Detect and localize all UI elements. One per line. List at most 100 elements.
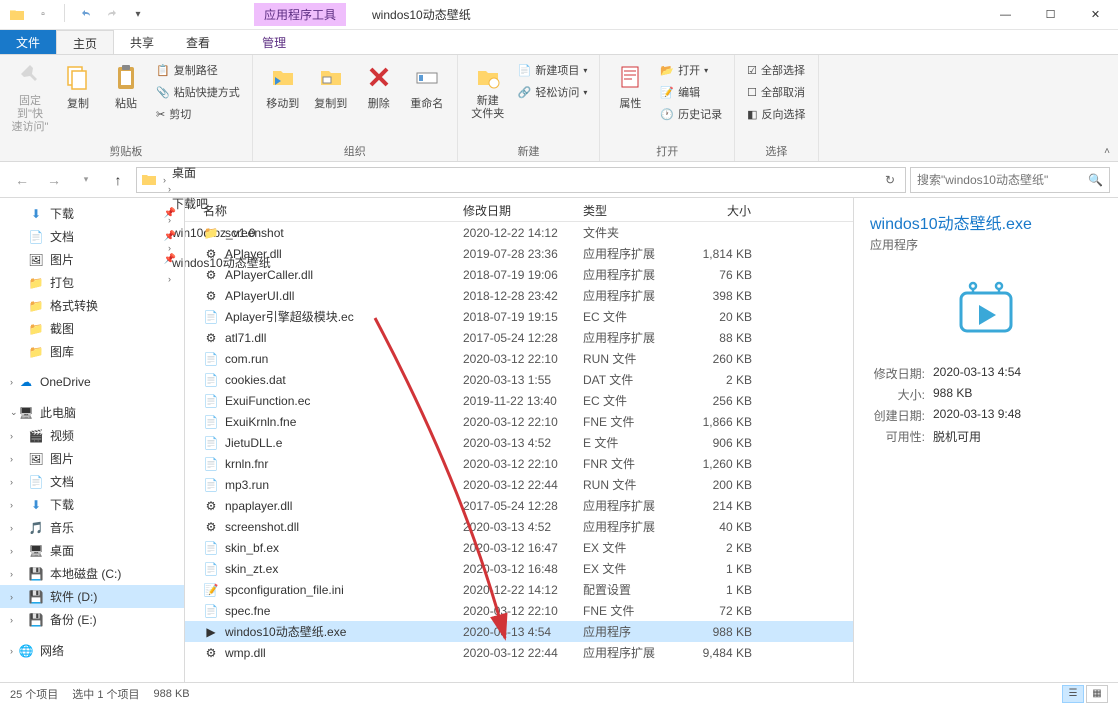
properties-button[interactable]: 属性 [608,59,652,125]
file-row[interactable]: 📄ExuiFunction.ec2019-11-22 13:40EC 文件256… [185,390,853,411]
maximize-button[interactable]: ☐ [1028,0,1073,30]
chevron-right-icon[interactable]: › [10,431,13,441]
file-row[interactable]: ⚙wmp.dll2020-03-12 22:44应用程序扩展9,484 KB [185,642,853,663]
select-all-button[interactable]: ☑全部选择 [743,59,809,81]
column-name[interactable]: 名称 [195,198,455,221]
move-to-button[interactable]: 移动到 [261,59,305,113]
breadcrumb-segment[interactable]: 桌面 [168,164,275,181]
refresh-button[interactable]: ↻ [879,173,901,187]
delete-button[interactable]: 删除 [357,59,401,113]
nav-onedrive[interactable]: ›☁OneDrive [0,371,184,393]
copy-path-button[interactable]: 📋复制路径 [152,59,244,81]
nav-backup-e[interactable]: ›💾备份 (E:) [0,608,184,631]
file-row[interactable]: 📄com.run2020-03-12 22:10RUN 文件260 KB [185,348,853,369]
tab-share[interactable]: 共享 [114,30,170,54]
nav-format-convert[interactable]: 📁格式转换 [0,294,184,317]
chevron-right-icon[interactable]: › [163,175,166,185]
chevron-right-icon[interactable]: › [10,377,13,387]
forward-button[interactable]: → [40,166,68,194]
chevron-right-icon[interactable]: › [10,477,13,487]
column-type[interactable]: 类型 [575,198,685,221]
qat-redo[interactable] [101,4,123,26]
easy-access-button[interactable]: 🔗轻松访问▾ [514,81,592,103]
qat-undo[interactable] [75,4,97,26]
history-button[interactable]: 🕐历史记录 [656,103,726,125]
rename-button[interactable]: 重命名 [405,59,449,113]
chevron-right-icon[interactable]: › [10,454,13,464]
minimize-button[interactable]: — [983,0,1028,30]
recent-button[interactable]: ▾ [72,166,100,194]
chevron-right-icon[interactable]: › [10,569,13,579]
select-none-button[interactable]: ☐全部取消 [743,81,809,103]
search-box[interactable]: 🔍 [910,167,1110,193]
column-size[interactable]: 大小 [685,198,760,221]
copy-to-button[interactable]: 复制到 [309,59,353,113]
file-row[interactable]: 📄ExuiKrnln.fne2020-03-12 22:10FNE 文件1,86… [185,411,853,432]
file-row[interactable]: ⚙atl71.dll2017-05-24 12:28应用程序扩展88 KB [185,327,853,348]
tab-view[interactable]: 查看 [170,30,226,54]
file-row[interactable]: 📄cookies.dat2020-03-13 1:55DAT 文件2 KB [185,369,853,390]
details-view-button[interactable]: ☰ [1062,685,1084,703]
chevron-right-icon[interactable]: › [10,523,13,533]
paste-shortcut-button[interactable]: 📎粘贴快捷方式 [152,81,244,103]
nav-downloads2[interactable]: ›⬇下载 [0,493,184,516]
nav-package[interactable]: 📁打包 [0,271,184,294]
close-button[interactable]: ✕ [1073,0,1118,30]
nav-network[interactable]: ›🌐网络 [0,639,184,662]
file-row[interactable]: ⚙APlayerUI.dll2018-12-28 23:42应用程序扩展398 … [185,285,853,306]
qat-dropdown[interactable]: ▾ [127,4,149,26]
new-item-button[interactable]: 📄新建项目▾ [514,59,592,81]
file-row[interactable]: 📄krnln.fnr2020-03-12 22:10FNR 文件1,260 KB [185,453,853,474]
tab-manage[interactable]: 管理 [246,30,302,54]
open-button[interactable]: 📂打开▾ [656,59,726,81]
nav-desktop[interactable]: ›🖥桌面 [0,539,184,562]
back-button[interactable]: ← [8,166,36,194]
nav-screenshot[interactable]: 📁截图 [0,317,184,340]
pin-to-quick-access-button[interactable]: 固定到"快 速访问" [8,59,52,137]
cut-button[interactable]: ✂剪切 [152,103,244,125]
chevron-right-icon[interactable]: › [10,592,13,602]
nav-software-d[interactable]: ›💾软件 (D:) [0,585,184,608]
nav-downloads[interactable]: ⬇下载📌 [0,202,184,225]
tab-home[interactable]: 主页 [56,30,114,54]
nav-documents2[interactable]: ›📄文档 [0,470,184,493]
file-row[interactable]: 📄JietuDLL.e2020-03-13 4:52E 文件906 KB [185,432,853,453]
nav-local-c[interactable]: ›💾本地磁盘 (C:) [0,562,184,585]
new-folder-button[interactable]: 新建 文件夹 [466,59,510,123]
file-row[interactable]: 📄mp3.run2020-03-12 22:44RUN 文件200 KB [185,474,853,495]
chevron-right-icon[interactable]: › [10,615,13,625]
file-row[interactable]: ⚙npaplayer.dll2017-05-24 12:28应用程序扩展214 … [185,495,853,516]
file-row[interactable]: ▶windos10动态壁纸.exe2020-03-13 4:54应用程序988 … [185,621,853,642]
file-row[interactable]: 📝spconfiguration_file.ini2020-12-22 14:1… [185,579,853,600]
chevron-right-icon[interactable]: › [10,546,13,556]
chevron-right-icon[interactable]: › [10,500,13,510]
nav-this-pc[interactable]: ⌄🖥此电脑 [0,401,184,424]
edit-button[interactable]: 📝编辑 [656,81,726,103]
nav-videos[interactable]: ›🎬视频 [0,424,184,447]
invert-selection-button[interactable]: ◧反向选择 [743,103,809,125]
nav-pictures2[interactable]: ›🖼图片 [0,447,184,470]
column-date[interactable]: 修改日期 [455,198,575,221]
search-icon[interactable]: 🔍 [1088,173,1103,187]
file-row[interactable]: 📄Aplayer引擎超级模块.ec2018-07-19 19:15EC 文件20… [185,306,853,327]
file-row[interactable]: 📄skin_zt.ex2020-03-12 16:48EX 文件1 KB [185,558,853,579]
nav-images[interactable]: 📁图库 [0,340,184,363]
chevron-right-icon[interactable]: › [168,184,171,194]
up-button[interactable]: ↑ [104,166,132,194]
nav-documents[interactable]: 📄文档📌 [0,225,184,248]
collapse-ribbon-button[interactable]: ˄ [1104,146,1110,157]
file-row[interactable]: 📄spec.fne2020-03-12 22:10FNE 文件72 KB [185,600,853,621]
file-row[interactable]: ⚙APlayer.dll2019-07-28 23:36应用程序扩展1,814 … [185,243,853,264]
breadcrumb[interactable]: › 此电脑›软件 (D:)›tools›桌面›下载吧›win10dtbz_v1.… [136,167,906,193]
file-row[interactable]: 📁screenshot2020-12-22 14:12文件夹 [185,222,853,243]
file-row[interactable]: ⚙screenshot.dll2020-03-13 4:52应用程序扩展40 K… [185,516,853,537]
chevron-down-icon[interactable]: ⌄ [10,407,18,418]
file-row[interactable]: 📄skin_bf.ex2020-03-12 16:47EX 文件2 KB [185,537,853,558]
icons-view-button[interactable]: ▦ [1086,685,1108,703]
copy-button[interactable]: 复制 [56,59,100,137]
paste-button[interactable]: 粘贴 [104,59,148,137]
tab-file[interactable]: 文件 [0,30,56,54]
nav-music[interactable]: ›🎵音乐 [0,516,184,539]
file-row[interactable]: ⚙APlayerCaller.dll2018-07-19 19:06应用程序扩展… [185,264,853,285]
search-input[interactable] [917,173,1084,187]
